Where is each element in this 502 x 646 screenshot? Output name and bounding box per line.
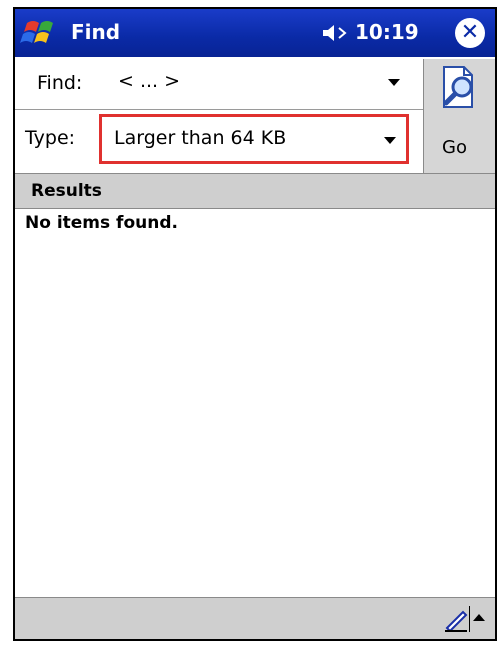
speaker-icon[interactable] [321,21,351,45]
empty-message: No items found. [25,213,178,233]
sip-arrow-up-icon[interactable] [473,614,485,621]
search-document-icon [438,63,482,113]
results-header: Results [15,173,495,209]
chevron-down-icon[interactable] [388,79,400,86]
clock[interactable]: 10:19 [355,20,419,44]
app-title: Find [71,20,121,44]
chevron-down-icon[interactable] [384,137,396,144]
type-value: Larger than 64 KB [114,127,287,149]
pocket-pc-window: Find 10:19 ✕ Find: < ... > Type: Larger … [13,7,497,641]
find-label: Find: [37,72,83,94]
title-bar: Find 10:19 ✕ [15,9,495,57]
bottom-bar [15,597,495,639]
go-button[interactable]: Go [423,59,495,173]
find-combo[interactable]: < ... > [105,63,411,109]
type-combo[interactable]: Larger than 64 KB [99,114,409,164]
pen-input-icon[interactable] [443,606,469,633]
close-icon[interactable]: ✕ [455,18,485,48]
find-value: < ... > [118,70,181,92]
divider [469,606,470,632]
results-title: Results [31,181,102,201]
results-list[interactable]: No items found. [15,209,495,597]
type-label: Type: [25,127,76,149]
divider [15,109,423,110]
go-label: Go [442,137,467,158]
windows-start-icon[interactable] [19,13,67,53]
